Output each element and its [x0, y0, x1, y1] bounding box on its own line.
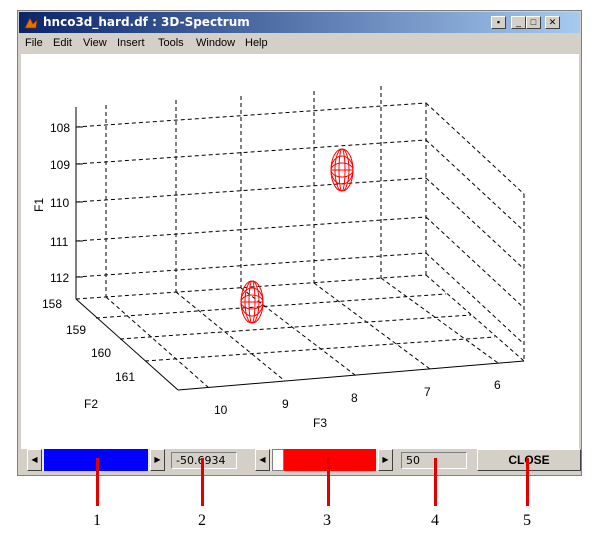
slider-1-left-arrow[interactable]: ◀	[27, 449, 42, 471]
close-window-button[interactable]: ✕	[545, 16, 560, 29]
callout-number-1: 1	[93, 512, 101, 529]
plot-area[interactable]: 108 109 110 111 112 F1 158 159 160 161 F…	[21, 54, 579, 449]
callout-line-5	[526, 458, 529, 506]
callout-number-3: 3	[323, 512, 331, 529]
figure-window: hnco3d_hard.df : 3D-Spectrum ▪ _ □ ✕ Fil…	[17, 10, 582, 476]
f1-axis-label: F1	[32, 198, 46, 212]
3d-spectrum-plot[interactable]: 108 109 110 111 112 F1 158 159 160 161 F…	[21, 54, 579, 449]
menu-insert[interactable]: Insert	[117, 37, 145, 49]
callout-number-5: 5	[523, 512, 531, 529]
value-field-1[interactable]: -50.6934	[171, 452, 237, 469]
menu-window[interactable]: Window	[196, 37, 235, 49]
slider-2-left-arrow[interactable]: ◀	[255, 449, 270, 471]
window-title: hnco3d_hard.df : 3D-Spectrum	[43, 15, 250, 29]
f1-tick-label: 112	[50, 271, 69, 285]
f3-axis-label: F3	[313, 416, 327, 430]
menu-tools[interactable]: Tools	[158, 37, 184, 49]
grid-lines	[75, 86, 525, 389]
maximize-icon: □	[530, 17, 537, 27]
f2-tick-label: 160	[91, 346, 111, 360]
peak-upper	[330, 148, 354, 192]
maximize-button[interactable]: □	[526, 16, 541, 29]
slider-2-thumb[interactable]	[272, 449, 284, 471]
callout-number-4: 4	[431, 512, 439, 529]
minimize-icon: _	[515, 17, 521, 27]
f3-tick-label: 10	[214, 403, 228, 417]
left-arrow-icon: ◀	[259, 455, 266, 464]
callout-line-4	[434, 458, 437, 506]
f2-axis-label: F2	[84, 397, 98, 411]
callout-line-1	[96, 458, 99, 506]
menu-bar: File Edit View Insert Tools Window Help	[19, 34, 580, 53]
menu-file[interactable]: File	[25, 37, 43, 49]
slider-2-fill	[272, 449, 376, 471]
callout-line-2	[201, 458, 204, 506]
slider-2-track[interactable]	[270, 449, 378, 471]
title-bar[interactable]: hnco3d_hard.df : 3D-Spectrum ▪ _ □ ✕	[19, 12, 580, 33]
f2-tick-label: 158	[42, 297, 62, 311]
f1-tick-label: 111	[50, 235, 69, 249]
axis-box	[75, 107, 525, 391]
pin-button[interactable]: ▪	[491, 16, 506, 29]
close-icon: ✕	[548, 17, 557, 27]
close-button[interactable]: CLOSE	[477, 449, 581, 471]
matlab-icon	[24, 17, 38, 29]
f1-tick-label: 110	[50, 196, 69, 210]
callout-number-2: 2	[198, 512, 206, 529]
slider-2-right-arrow[interactable]: ▶	[378, 449, 393, 471]
f3-tick-label: 8	[351, 391, 358, 405]
tick-marks	[76, 126, 83, 278]
f2-tick-label: 159	[66, 323, 86, 337]
control-panel: ◀ ▶ -50.6934 ◀ ▶ 50 CLOSE	[21, 449, 581, 475]
f2-tick-label: 161	[115, 370, 135, 384]
f3-tick-label: 9	[282, 397, 289, 411]
f3-tick-label: 7	[424, 385, 431, 399]
f1-tick-label: 108	[50, 121, 70, 135]
slider-1-right-arrow[interactable]: ▶	[150, 449, 165, 471]
minimize-button[interactable]: _	[511, 16, 526, 29]
right-arrow-icon: ▶	[382, 455, 389, 464]
menu-view[interactable]: View	[83, 37, 107, 49]
callout-line-3	[327, 458, 330, 506]
menu-help[interactable]: Help	[245, 37, 268, 49]
f3-tick-label: 6	[494, 378, 501, 392]
right-arrow-icon: ▶	[154, 455, 161, 464]
menu-edit[interactable]: Edit	[53, 37, 72, 49]
f1-tick-label: 109	[50, 158, 70, 172]
pin-icon: ▪	[496, 17, 501, 27]
left-arrow-icon: ◀	[31, 455, 38, 464]
